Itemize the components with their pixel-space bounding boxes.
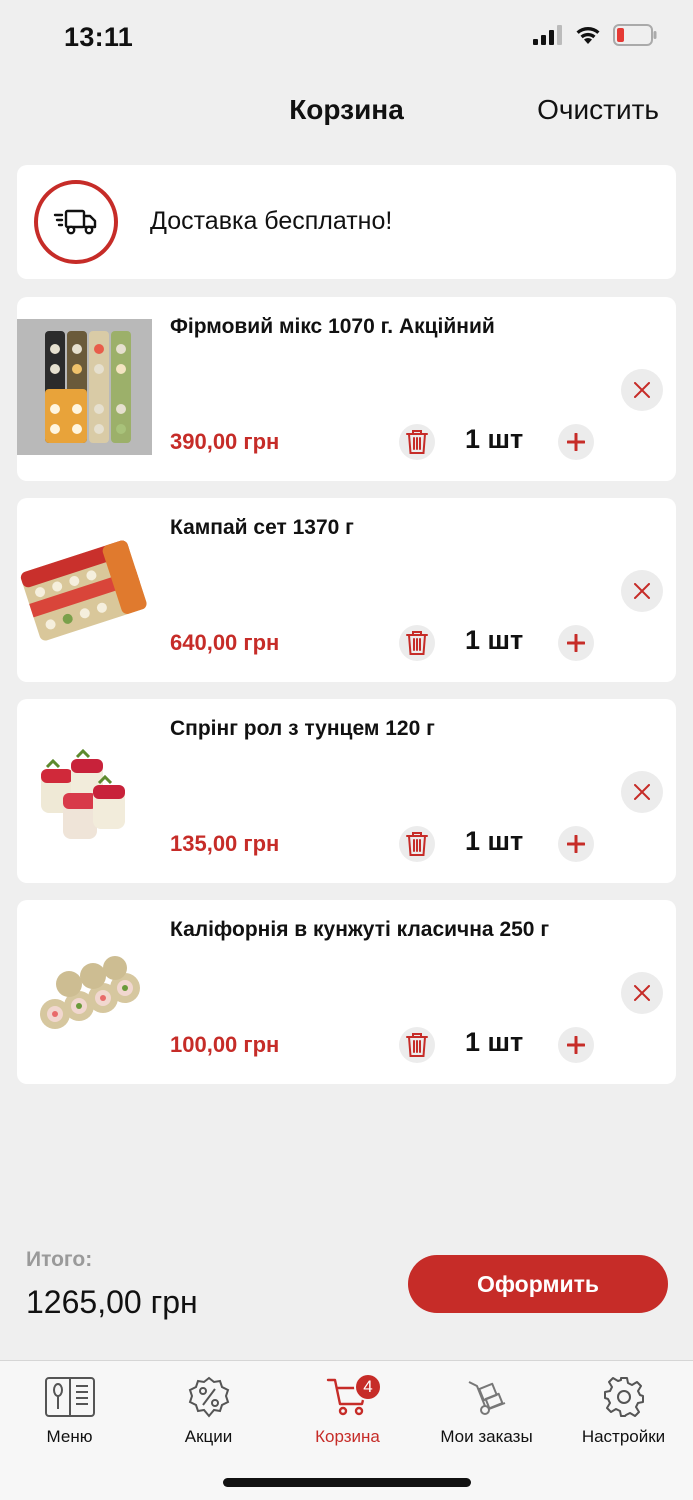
increase-quantity-button[interactable] <box>558 1027 594 1063</box>
total-value: 1265,00 грн <box>26 1284 198 1320</box>
plus-icon <box>567 433 585 451</box>
discount-badge-icon <box>188 1376 229 1418</box>
item-name: Спрінг рол з тунцем 120 г <box>170 717 435 740</box>
decrease-quantity-button[interactable] <box>399 424 435 460</box>
status-time: 13:11 <box>64 22 134 52</box>
trash-icon <box>406 1033 428 1057</box>
checkout-button[interactable]: Оформить <box>408 1255 668 1313</box>
remove-item-button[interactable] <box>621 972 663 1014</box>
increase-quantity-button[interactable] <box>558 424 594 460</box>
plus-icon <box>567 1036 585 1054</box>
close-icon <box>634 985 650 1001</box>
clear-cart-button[interactable]: Очистить <box>537 94 659 126</box>
item-price: 100,00 грн <box>170 1032 280 1057</box>
hand-truck-icon <box>468 1381 505 1415</box>
trash-icon <box>406 832 428 856</box>
delivery-icon-circle <box>34 180 118 264</box>
close-icon <box>634 583 650 599</box>
total-label: Итого: <box>26 1248 93 1271</box>
status-bar: 13:11 <box>0 0 693 78</box>
item-price: 135,00 грн <box>170 831 280 856</box>
plus-icon <box>567 835 585 853</box>
item-quantity: 1 шт <box>465 826 524 856</box>
product-image <box>17 319 152 455</box>
cart-item: Спрінг рол з тунцем 120 г 135,00 грн 1 ш… <box>17 699 676 883</box>
tab-my-orders[interactable]: Мои заказы <box>417 1373 556 1453</box>
signal-icon <box>533 25 562 45</box>
delivery-text: Доставка бесплатно! <box>150 207 393 235</box>
cart-item: Фірмовий мікс 1070 г. Акційний 390,00 гр… <box>17 297 676 481</box>
tab-label: Меню <box>46 1427 93 1446</box>
item-name: Каліфорнія в кунжуті класична 250 г <box>170 918 550 941</box>
product-image <box>17 721 152 857</box>
battery-icon <box>613 24 657 46</box>
wifi-icon <box>576 27 600 44</box>
tab-settings[interactable]: Настройки <box>554 1373 693 1453</box>
cart-item: Каліфорнія в кунжуті класична 250 г 100,… <box>17 900 676 1084</box>
item-quantity: 1 шт <box>465 424 524 454</box>
tab-label: Корзина <box>315 1427 380 1446</box>
item-price: 640,00 грн <box>170 630 280 655</box>
product-image <box>17 520 152 656</box>
decrease-quantity-button[interactable] <box>399 625 435 661</box>
cart-item: Кампай сет 1370 г 640,00 грн 1 шт <box>17 498 676 682</box>
decrease-quantity-button[interactable] <box>399 826 435 862</box>
status-icons <box>533 24 657 46</box>
remove-item-button[interactable] <box>621 771 663 813</box>
home-indicator <box>223 1478 471 1487</box>
tab-menu[interactable]: Меню <box>0 1373 139 1453</box>
gear-icon <box>603 1377 644 1417</box>
trash-icon <box>406 430 428 454</box>
trash-icon <box>406 631 428 655</box>
plus-icon <box>567 634 585 652</box>
item-quantity: 1 шт <box>465 1027 524 1057</box>
increase-quantity-button[interactable] <box>558 826 594 862</box>
tab-cart[interactable]: 4 Корзина <box>278 1373 417 1453</box>
decrease-quantity-button[interactable] <box>399 1027 435 1063</box>
increase-quantity-button[interactable] <box>558 625 594 661</box>
tab-label: Акции <box>184 1427 233 1446</box>
remove-item-button[interactable] <box>621 369 663 411</box>
close-icon <box>634 784 650 800</box>
product-image <box>17 922 152 1058</box>
tab-label: Мои заказы <box>440 1427 533 1446</box>
cart-count-badge: 4 <box>354 1373 382 1401</box>
truck-icon <box>53 209 97 235</box>
tab-promotions[interactable]: Акции <box>139 1373 278 1453</box>
delivery-banner: Доставка бесплатно! <box>17 165 676 279</box>
remove-item-button[interactable] <box>621 570 663 612</box>
tab-label: Настройки <box>581 1427 666 1446</box>
header: Корзина Очистить <box>0 80 693 142</box>
item-price: 390,00 грн <box>170 429 280 454</box>
item-quantity: 1 шт <box>465 625 524 655</box>
item-name: Кампай сет 1370 г <box>170 516 354 539</box>
item-name: Фірмовий мікс 1070 г. Акційний <box>170 315 495 338</box>
close-icon <box>634 382 650 398</box>
menu-book-icon <box>44 1377 95 1417</box>
